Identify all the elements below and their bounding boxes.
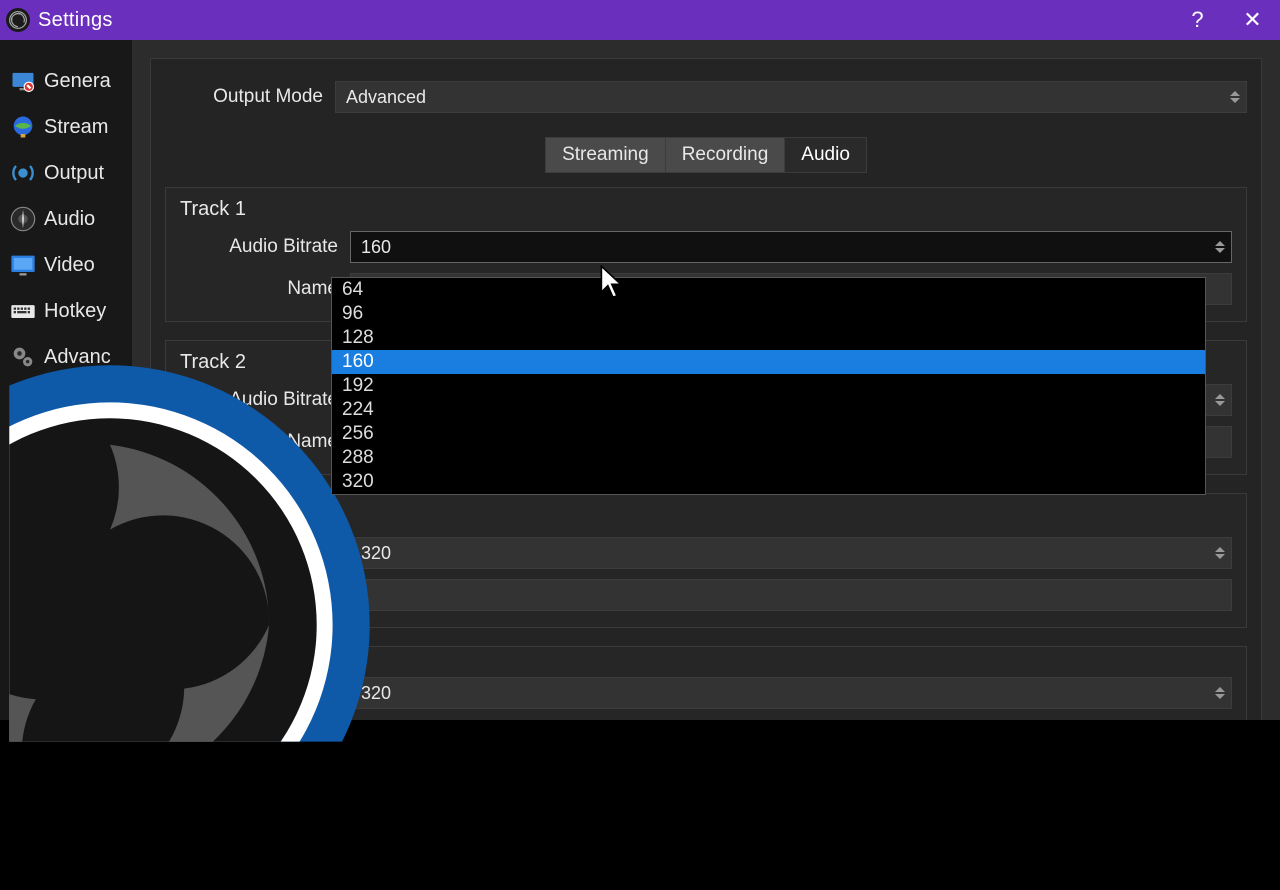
output-mode-value: Advanced — [346, 87, 426, 108]
sidebar-item-label: Genera — [44, 70, 111, 93]
bitrate-option[interactable]: 320 — [332, 470, 1205, 494]
track-1-bitrate-select[interactable]: 160 — [350, 231, 1232, 263]
bitrate-option[interactable]: 224 — [332, 398, 1205, 422]
sidebar-item-advanced[interactable]: Advanc — [0, 334, 132, 380]
tab-audio[interactable]: Audio — [785, 137, 867, 173]
sidebar-item-stream[interactable]: Stream — [0, 104, 132, 150]
track-1-title: Track 1 — [180, 198, 1232, 221]
chevron-updown-icon — [1230, 84, 1244, 110]
bitrate-dropdown[interactable]: 6496128160192224256288320 — [331, 277, 1206, 495]
sidebar-item-output[interactable]: Output — [0, 150, 132, 196]
sidebar: Genera Stream Output Audio Video — [0, 40, 132, 720]
bitrate-option[interactable]: 192 — [332, 374, 1205, 398]
sidebar-item-audio[interactable]: Audio — [0, 196, 132, 242]
track-1-name-label: Name — [180, 278, 350, 300]
sidebar-item-label: Audio — [44, 208, 95, 231]
track-4-section: te 320 — [165, 646, 1247, 720]
output-mode-label: Output Mode — [165, 86, 335, 108]
broadcast-icon — [8, 158, 38, 188]
chevron-updown-icon — [1215, 540, 1229, 566]
track-3-bitrate-label: Audio Bitrate — [180, 542, 350, 564]
chevron-updown-icon — [1215, 680, 1229, 706]
bitrate-option[interactable]: 256 — [332, 422, 1205, 446]
chevron-updown-icon — [1215, 387, 1229, 413]
sidebar-item-label: Output — [44, 162, 104, 185]
bitrate-option[interactable]: 96 — [332, 302, 1205, 326]
bitrate-option[interactable]: 160 — [332, 350, 1205, 374]
track-3-name-label: Name — [180, 584, 350, 606]
track-2-bitrate-label: Audio Bitrate — [180, 389, 350, 411]
sidebar-item-label: Video — [44, 254, 95, 277]
sidebar-item-label: Stream — [44, 116, 108, 139]
app-icon — [6, 8, 30, 32]
track-3-section: Track 3 Audio Bitrate 320 Name — [165, 493, 1247, 628]
bitrate-option[interactable]: 64 — [332, 278, 1205, 302]
sidebar-item-video[interactable]: Video — [0, 242, 132, 288]
sidebar-item-hotkeys[interactable]: Hotkey — [0, 288, 132, 334]
track-3-bitrate-value: 320 — [361, 543, 391, 564]
window-title: Settings — [38, 9, 113, 32]
wrench-icon — [8, 66, 38, 96]
track-1-bitrate-value: 160 — [361, 237, 391, 258]
track-3-bitrate-select[interactable]: 320 — [350, 537, 1232, 569]
output-mode-select[interactable]: Advanced — [335, 81, 1247, 113]
globe-icon — [8, 112, 38, 142]
sidebar-item-label: Advanc — [44, 346, 111, 369]
sidebar-item-general[interactable]: Genera — [0, 58, 132, 104]
track-1-bitrate-label: Audio Bitrate — [180, 236, 350, 258]
track-3-title: Track 3 — [180, 504, 1232, 527]
track-2-name-label: Name — [180, 431, 350, 453]
gears-icon — [8, 342, 38, 372]
main-panel: Output Mode Advanced Streaming Recording… — [132, 40, 1280, 720]
sidebar-item-label: Hotkey — [44, 300, 106, 323]
track-4-bitrate-label: te — [180, 682, 350, 704]
track-4-bitrate-value: 320 — [361, 683, 391, 704]
keyboard-icon — [8, 296, 38, 326]
close-button[interactable]: ✕ — [1225, 0, 1280, 40]
output-tabs: Streaming Recording Audio — [165, 137, 1247, 173]
bitrate-option[interactable]: 288 — [332, 446, 1205, 470]
track-4-bitrate-select[interactable]: 320 — [350, 677, 1232, 709]
tab-streaming[interactable]: Streaming — [545, 137, 666, 173]
tab-recording[interactable]: Recording — [666, 137, 786, 173]
monitor-icon — [8, 250, 38, 280]
bitrate-option[interactable]: 128 — [332, 326, 1205, 350]
help-button[interactable]: ? — [1170, 0, 1225, 40]
chevron-updown-icon — [1215, 234, 1229, 260]
track-3-name-input[interactable] — [350, 579, 1232, 611]
speaker-icon — [8, 204, 38, 234]
titlebar: Settings ? ✕ — [0, 0, 1280, 40]
